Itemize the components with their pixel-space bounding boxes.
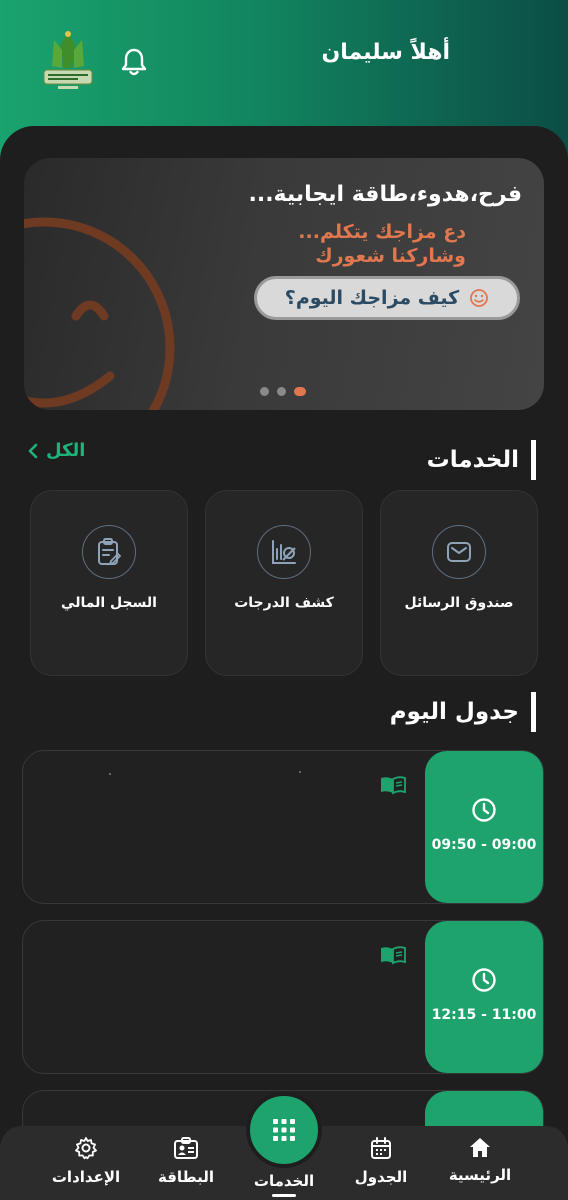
nav-label: الجدول [354, 1168, 408, 1186]
service-card-grades[interactable]: كشف الدرجات [205, 490, 363, 676]
gear-icon [75, 1137, 97, 1160]
see-all-label: الكل [46, 440, 86, 461]
smile-icon [470, 289, 489, 307]
nav-label: الإعدادات [51, 1168, 121, 1186]
nav-label: الرئيسية [448, 1166, 512, 1184]
greeting-text: أهلاً سليمان [321, 40, 450, 65]
nav-label-services[interactable]: الخدمات [234, 1172, 334, 1190]
schedule-class-card[interactable]: 12:15 - 11:00 [22, 920, 544, 1074]
grid-icon [273, 1119, 295, 1141]
nav-item-home[interactable]: الرئيسية [430, 1136, 530, 1184]
chevron-left-icon [28, 443, 38, 458]
class-time-box: 09:50 - 09:00 [425, 751, 543, 903]
book-icon [381, 946, 406, 965]
class-time-box: 12:15 - 11:00 [425, 921, 543, 1073]
clock-icon [472, 968, 496, 992]
service-label: صندوق الرسائل [404, 595, 514, 611]
message-box-icon [432, 525, 486, 579]
services-section-title: الخدمات [427, 440, 536, 480]
id-card-icon [174, 1137, 198, 1159]
see-all-link[interactable]: الكل [26, 440, 85, 461]
mood-button-label: كيف مزاجك اليوم؟ [284, 287, 460, 309]
nav-active-indicator [272, 1194, 296, 1197]
nav-label: البطاقة [157, 1168, 215, 1186]
banner-subtitle-line2: وشاركنا شعورك [315, 245, 466, 267]
class-time: 09:50 - 09:00 [431, 837, 537, 853]
service-card-financial[interactable]: السجل المالي [30, 490, 188, 676]
mood-banner[interactable]: فرح،هدوء،طاقة ايجابية... دع مزاجك يتكلم.… [24, 158, 544, 410]
nav-item-settings[interactable]: الإعدادات [36, 1136, 136, 1186]
banner-subtitle-line1: دع مزاجك يتكلم... [298, 221, 466, 243]
mood-button[interactable]: كيف مزاجك اليوم؟ [254, 276, 520, 320]
banner-subtitle: دع مزاجك يتكلم... وشاركنا شعورك [298, 220, 466, 268]
financial-record-icon [82, 525, 136, 579]
nav-item-card[interactable]: البطاقة [136, 1136, 236, 1186]
decorative-speck [109, 773, 111, 775]
calendar-icon [371, 1137, 391, 1159]
notification-bell-icon[interactable] [118, 46, 150, 78]
decorative-speck [299, 771, 301, 773]
nav-item-services[interactable] [246, 1092, 322, 1168]
service-card-messages[interactable]: صندوق الرسائل [380, 490, 538, 676]
carousel-pagination [260, 387, 306, 396]
nav-item-schedule[interactable]: الجدول [331, 1136, 431, 1186]
schedule-class-card[interactable]: 09:50 - 09:00 [22, 750, 544, 904]
carousel-dot[interactable] [277, 387, 286, 396]
home-icon [470, 1138, 490, 1157]
grades-report-icon [257, 525, 311, 579]
book-icon [381, 776, 406, 795]
carousel-dot-active[interactable] [294, 387, 306, 396]
service-label: السجل المالي [61, 595, 157, 611]
class-time: 12:15 - 11:00 [431, 1007, 537, 1023]
smiley-face-icon [24, 217, 175, 410]
university-logo-icon [43, 31, 93, 89]
service-label: كشف الدرجات [234, 595, 334, 611]
carousel-dot[interactable] [260, 387, 269, 396]
clock-icon [472, 798, 496, 822]
schedule-section-title: جدول اليوم [390, 692, 536, 732]
banner-title: فرح،هدوء،طاقة ايجابية... [248, 182, 522, 207]
